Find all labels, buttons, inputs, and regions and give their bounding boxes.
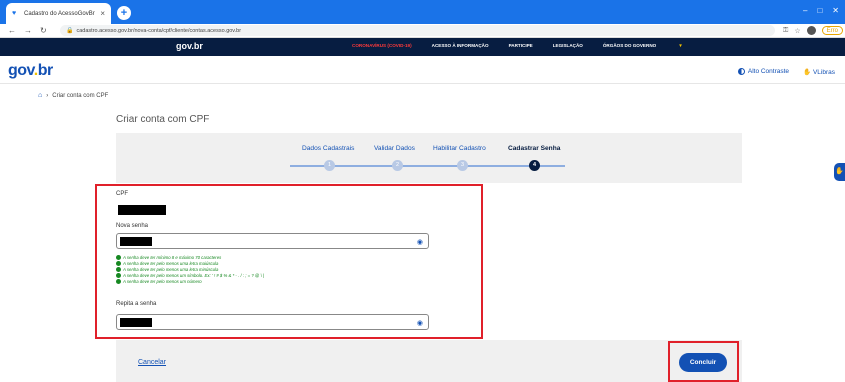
cancel-link[interactable]: Cancelar	[138, 359, 166, 366]
govbr-favicon-icon: ♥	[12, 9, 17, 17]
back-icon[interactable]: ←	[8, 26, 16, 35]
gov-bar-logo[interactable]: gov.br	[176, 41, 203, 51]
minimize-icon[interactable]: –	[803, 6, 807, 15]
vlibras-button[interactable]: ✋ VLibras	[803, 68, 835, 76]
new-tab-button[interactable]: +	[117, 6, 131, 20]
cpf-label: CPF	[116, 191, 128, 197]
password-form: CPF Nova senha ◉ A senha deve ter mínimo…	[95, 184, 483, 339]
browser-tab[interactable]: ♥ Cadastro do AcessoGovBr ×	[6, 3, 111, 24]
form-actions: Cancelar	[116, 340, 742, 382]
conclude-button[interactable]: Concluir	[679, 353, 727, 372]
eye-icon[interactable]: ◉	[417, 319, 423, 327]
password-rules: A senha deve ter mínimo 8 e máximo 70 ca…	[116, 255, 264, 285]
hand-icon: ✋	[803, 69, 813, 76]
forward-icon[interactable]: →	[24, 26, 32, 35]
star-icon[interactable]: ☆	[794, 27, 800, 35]
new-password-input[interactable]: ◉	[116, 233, 429, 249]
page-title: Criar conta com CPF	[116, 114, 210, 125]
lock-icon: 🔒	[66, 28, 74, 34]
check-icon	[116, 279, 121, 285]
avatar[interactable]	[806, 26, 816, 35]
stepper: Dados Cadastrais Validar Dados Habilitar…	[116, 133, 742, 183]
step-dot-4: 4	[529, 160, 540, 171]
maximize-icon[interactable]: □	[817, 6, 822, 15]
repeat-password-input[interactable]: ◉	[116, 314, 429, 330]
breadcrumb-current: Criar conta com CPF	[52, 92, 109, 99]
reload-icon[interactable]: ↻	[40, 26, 47, 35]
nav-buttons: ← → ↻	[0, 26, 60, 35]
breadcrumb-separator: ›	[46, 92, 49, 99]
password-value-redacted	[120, 237, 152, 246]
password-value-redacted	[120, 318, 152, 327]
step-label-1: Dados Cadastrais	[302, 145, 355, 152]
gov-top-bar: gov.br CORONAVÍRUS (COVID-19) ACESSO À I…	[0, 38, 845, 56]
new-password-label: Nova senha	[116, 223, 149, 229]
high-contrast-button[interactable]: Alto Contraste	[737, 68, 789, 76]
step-dot-3: 3	[457, 160, 468, 171]
browser-tabstrip: ♥ Cadastro do AcessoGovBr × + – □ ✕	[0, 0, 845, 24]
eye-icon[interactable]: ◉	[417, 238, 423, 246]
breadcrumb: ⌂ › Criar conta com CPF	[38, 92, 108, 99]
site-header: gov.br Alto Contraste ✋ VLibras	[0, 56, 845, 84]
key-icon[interactable]: ⚿	[783, 27, 788, 35]
step-label-2: Validar Dados	[374, 145, 415, 152]
govbr-logo[interactable]: gov.br	[8, 62, 53, 80]
repeat-password-label: Repita a senha	[116, 301, 157, 307]
step-label-3: Habilitar Cadastro	[433, 145, 486, 152]
contrast-icon	[737, 68, 745, 76]
step-dot-2: 2	[392, 160, 403, 171]
link-orgaos-governo[interactable]: ÓRGÃOS DO GOVERNO ▼	[603, 43, 703, 48]
chevron-down-icon: ▼	[678, 43, 683, 48]
rule-item: A senha deve ter pelo menos um número	[116, 279, 264, 285]
step-label-4: Cadastrar Senha	[508, 145, 561, 152]
link-acesso-informacao[interactable]: ACESSO À INFORMAÇÃO	[432, 43, 489, 48]
tab-close-icon[interactable]: ×	[100, 9, 105, 18]
cpf-value-redacted	[118, 205, 166, 215]
close-window-icon[interactable]: ✕	[832, 6, 839, 15]
tab-title: Cadastro do AcessoGovBr	[24, 10, 95, 17]
vlibras-side-icon[interactable]: ✋	[834, 163, 845, 181]
window-controls: – □ ✕	[803, 6, 839, 15]
home-icon[interactable]: ⌂	[38, 92, 42, 99]
link-participe[interactable]: PARTICIPE	[509, 43, 533, 48]
address-bar: ← → ↻ 🔒 cadastro.acesso.gov.br/nova-cont…	[0, 24, 845, 38]
check-icon	[116, 273, 121, 279]
browser-actions: ⚿ ☆ Erro	[783, 26, 843, 35]
check-icon	[116, 267, 121, 273]
check-icon	[116, 255, 121, 261]
link-legislacao[interactable]: LEGISLAÇÃO	[553, 43, 583, 48]
accessibility-tools: Alto Contraste ✋ VLibras	[737, 68, 835, 76]
check-icon	[116, 261, 121, 267]
step-dot-1: 1	[324, 160, 335, 171]
url-text: cadastro.acesso.gov.br/nova-conta/cpf/cl…	[76, 27, 242, 34]
url-input[interactable]: 🔒 cadastro.acesso.gov.br/nova-conta/cpf/…	[60, 25, 775, 36]
profile-error-button[interactable]: Erro	[821, 26, 843, 35]
gov-bar-links: CORONAVÍRUS (COVID-19) ACESSO À INFORMAÇ…	[352, 43, 723, 48]
link-covid[interactable]: CORONAVÍRUS (COVID-19)	[352, 43, 412, 48]
